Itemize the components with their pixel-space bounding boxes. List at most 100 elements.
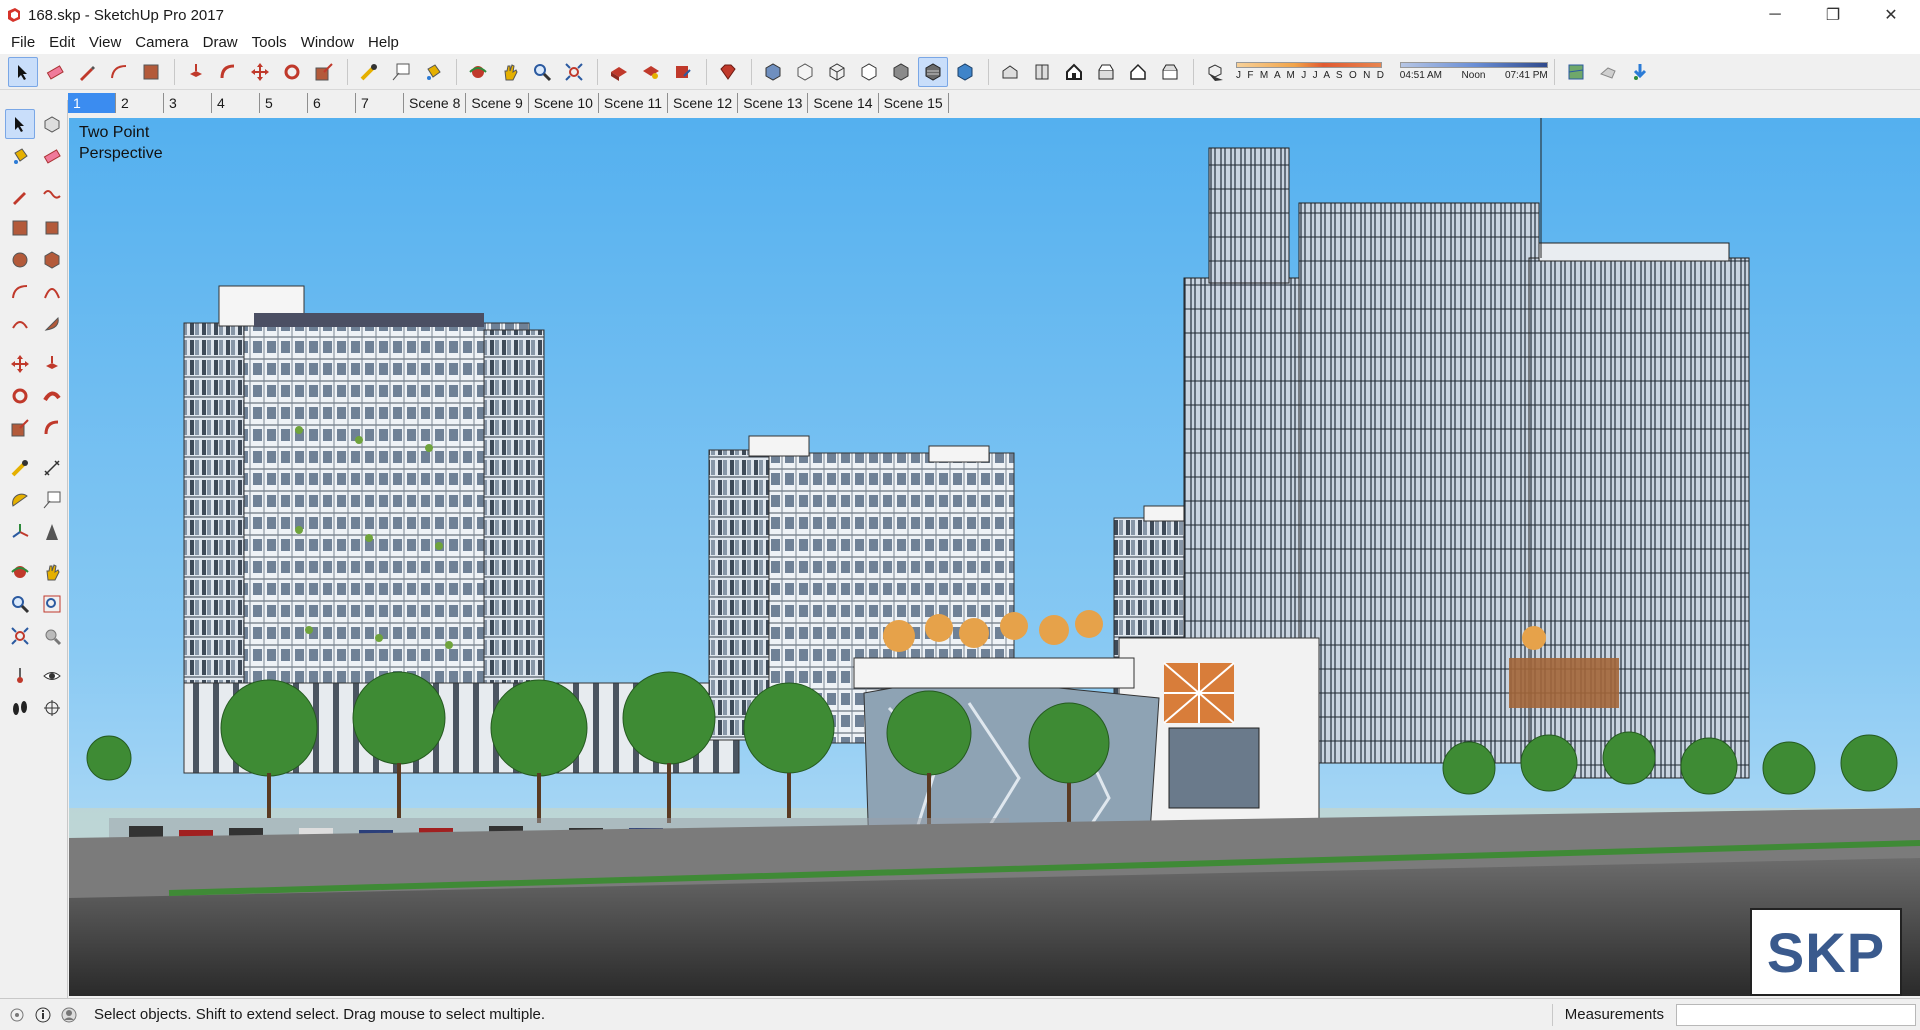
menu-edit[interactable]: Edit	[42, 32, 82, 53]
menu-draw[interactable]: Draw	[196, 32, 245, 53]
offset-button[interactable]	[213, 57, 243, 87]
zoom-extents-tool[interactable]	[5, 621, 35, 651]
section-plane-tool[interactable]	[37, 693, 67, 723]
extension-warehouse-button[interactable]	[713, 57, 743, 87]
eraser-tool[interactable]	[37, 141, 67, 171]
circle-tool[interactable]	[5, 245, 35, 275]
axes-tool[interactable]	[5, 517, 35, 547]
offset-tool[interactable]	[37, 413, 67, 443]
three-point-arc-tool[interactable]	[5, 309, 35, 339]
paint-bucket-tool[interactable]	[5, 141, 35, 171]
select-tool[interactable]	[5, 109, 35, 139]
orbit-tool[interactable]	[5, 557, 35, 587]
geo-location-icon[interactable]	[8, 1006, 26, 1024]
rotated-rectangle-tool[interactable]	[37, 213, 67, 243]
scene-tab-13[interactable]: Scene 13	[738, 93, 809, 113]
protractor-tool[interactable]	[5, 485, 35, 515]
pie-tool[interactable]	[37, 309, 67, 339]
menu-view[interactable]: View	[82, 32, 128, 53]
xray-button[interactable]	[758, 57, 788, 87]
paint-bucket-button[interactable]	[418, 57, 448, 87]
shaded-textures-button[interactable]	[918, 56, 948, 87]
front-view-button[interactable]	[1059, 57, 1089, 87]
menu-help[interactable]: Help	[361, 32, 406, 53]
menu-window[interactable]: Window	[294, 32, 361, 53]
zoom-extents-button[interactable]	[559, 57, 589, 87]
zoom-tool[interactable]	[5, 589, 35, 619]
share-component-button[interactable]	[668, 57, 698, 87]
eraser-tool-button[interactable]	[40, 57, 70, 87]
menu-camera[interactable]: Camera	[128, 32, 195, 53]
look-around-tool[interactable]	[37, 661, 67, 691]
dimension-tool[interactable]	[37, 453, 67, 483]
shaded-button[interactable]	[886, 57, 916, 87]
scene-tab-1[interactable]: 1	[68, 93, 116, 113]
hidden-line-button[interactable]	[854, 57, 884, 87]
export-google-earth-button[interactable]	[1625, 57, 1655, 87]
credits-info-icon[interactable]	[34, 1006, 52, 1024]
back-edges-button[interactable]	[790, 57, 820, 87]
close-button[interactable]: ✕	[1862, 0, 1920, 30]
rotate-button[interactable]	[277, 57, 307, 87]
toggle-terrain-button[interactable]	[1593, 57, 1623, 87]
zoom-button[interactable]	[527, 57, 557, 87]
scene-tab-3[interactable]: 3	[164, 93, 212, 113]
scene-tab-5[interactable]: 5	[260, 93, 308, 113]
line-tool[interactable]	[5, 181, 35, 211]
right-view-button[interactable]	[1091, 57, 1121, 87]
arc-tool-button[interactable]	[104, 57, 134, 87]
menu-tools[interactable]: Tools	[245, 32, 294, 53]
restore-button[interactable]: ❐	[1804, 0, 1862, 30]
move-tool[interactable]	[5, 349, 35, 379]
back-view-button[interactable]	[1123, 57, 1153, 87]
scene-tab-8[interactable]: Scene 8	[404, 93, 467, 113]
scene-tab-2[interactable]: 2	[116, 93, 164, 113]
rotate-tool[interactable]	[5, 381, 35, 411]
push-pull-tool[interactable]	[37, 349, 67, 379]
time-slider-bar[interactable]	[1399, 62, 1548, 68]
model-viewport[interactable]: Two Point Perspective SKP	[69, 118, 1920, 996]
wireframe-button[interactable]	[822, 57, 852, 87]
3d-text-tool[interactable]	[37, 517, 67, 547]
scene-tab-15[interactable]: Scene 15	[879, 93, 949, 113]
shadow-time-slider[interactable]: 04:51 AM Noon 07:41 PM	[1399, 57, 1548, 87]
previous-view-tool[interactable]	[37, 621, 67, 651]
orbit-button[interactable]	[463, 57, 493, 87]
iso-view-button[interactable]	[995, 57, 1025, 87]
two-point-arc-tool[interactable]	[37, 277, 67, 307]
tape-measure-tool[interactable]	[5, 453, 35, 483]
pan-button[interactable]	[495, 57, 525, 87]
rectangle-tool-button[interactable]	[136, 57, 166, 87]
push-pull-button[interactable]	[181, 57, 211, 87]
line-tool-button[interactable]	[72, 57, 102, 87]
follow-me-tool[interactable]	[37, 381, 67, 411]
scene-tab-7[interactable]: 7	[356, 93, 404, 113]
zoom-window-tool[interactable]	[37, 589, 67, 619]
top-view-button[interactable]	[1027, 57, 1057, 87]
menu-file[interactable]: File	[4, 32, 42, 53]
pan-tool[interactable]	[37, 557, 67, 587]
move-button[interactable]	[245, 57, 275, 87]
scene-tab-4[interactable]: 4	[212, 93, 260, 113]
freehand-tool[interactable]	[37, 181, 67, 211]
scene-tab-12[interactable]: Scene 12	[668, 93, 739, 113]
arc-tool[interactable]	[5, 277, 35, 307]
polygon-tool[interactable]	[37, 245, 67, 275]
position-camera-tool[interactable]	[5, 661, 35, 691]
tape-measure-button[interactable]	[354, 57, 384, 87]
monochrome-button[interactable]	[950, 57, 980, 87]
make-component-tool[interactable]	[37, 109, 67, 139]
scene-tab-6[interactable]: 6	[308, 93, 356, 113]
text-tool[interactable]	[37, 485, 67, 515]
scene-tab-10[interactable]: Scene 10	[529, 93, 599, 113]
walk-tool[interactable]	[5, 693, 35, 723]
month-slider-bar[interactable]	[1236, 62, 1382, 68]
left-view-button[interactable]	[1155, 57, 1185, 87]
rectangle-tool[interactable]	[5, 213, 35, 243]
share-model-button[interactable]	[636, 57, 666, 87]
text-button[interactable]	[386, 57, 416, 87]
select-tool-button[interactable]	[8, 56, 38, 87]
user-account-icon[interactable]	[60, 1006, 78, 1024]
scale-button[interactable]	[309, 57, 339, 87]
scale-tool[interactable]	[5, 413, 35, 443]
